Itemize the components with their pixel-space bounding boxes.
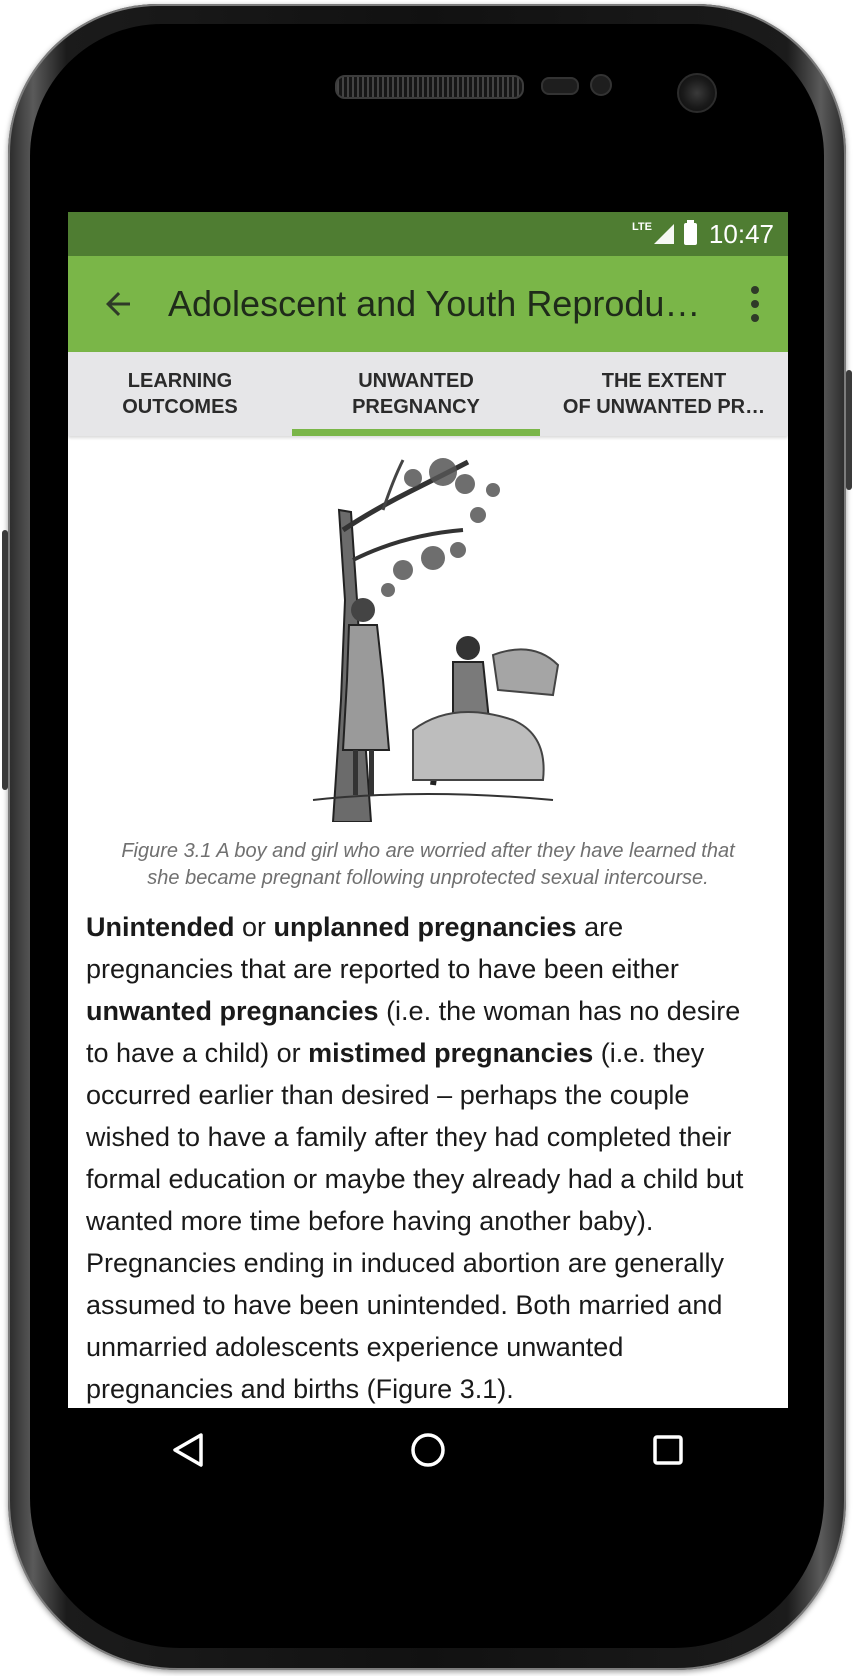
caption-line: Figure 3.1 A boy and girl who are worrie… <box>121 840 735 862</box>
menu-dot <box>751 300 759 308</box>
term-bold: unwanted pregnancies <box>86 996 379 1026</box>
volume-button <box>2 530 8 790</box>
front-camera <box>677 73 717 113</box>
menu-dot <box>751 314 759 322</box>
tab-label: UNWANTED PREGNANCY <box>352 370 480 418</box>
body-paragraph: Unintended or unplanned pregnancies are … <box>86 906 770 1410</box>
battery-icon <box>683 220 697 245</box>
proximity-sensor <box>541 77 579 95</box>
tab-bar: LEARNING OUTCOMES UNWANTED PREGNANCY THE… <box>68 352 788 436</box>
overflow-menu-button[interactable] <box>750 286 760 322</box>
tab-label: THE EXTENT OF UNWANTED PR… <box>562 370 766 418</box>
tab-unwanted-pregnancy[interactable]: UNWANTED PREGNANCY <box>292 352 540 436</box>
tab-label: LEARNING OUTCOMES <box>122 370 238 418</box>
article-content: Figure 3.1 A boy and girl who are worrie… <box>68 450 788 1410</box>
back-button[interactable] <box>68 256 168 352</box>
light-sensor <box>590 74 612 96</box>
power-button <box>846 370 852 490</box>
network-type: LTE <box>631 221 652 233</box>
page-title: Adolescent and Youth Reproduc… <box>168 283 708 324</box>
text-run: (i.e. they occurred earlier than desired… <box>86 1038 744 1404</box>
screen: LTE 10:47 Adolescent and Youth Reproduc…… <box>68 212 788 1492</box>
term-bold: Unintended <box>86 912 235 942</box>
more-vert-icon <box>751 286 759 294</box>
tab-extent-of-unwanted-pregnancy[interactable]: THE EXTENT OF UNWANTED PR… <box>540 352 788 436</box>
system-nav-bar <box>68 1408 788 1492</box>
status-bar: LTE 10:47 <box>68 212 788 256</box>
term-bold: mistimed pregnancies <box>308 1038 594 1068</box>
nav-back-button[interactable] <box>158 1420 218 1480</box>
figure-illustration <box>312 458 560 822</box>
term-bold: unplanned pregnancies <box>273 912 577 942</box>
tab-learning-outcomes[interactable]: LEARNING OUTCOMES <box>68 352 292 436</box>
status-time: 10:47 <box>708 218 774 249</box>
triangle-back-icon <box>173 1433 203 1467</box>
caption-line: she became pregnant following unprotecte… <box>147 867 709 889</box>
figure-caption: Figure 3.1 A boy and girl who are worrie… <box>86 838 770 892</box>
nav-recents-button[interactable] <box>638 1420 698 1480</box>
earpiece-speaker <box>335 75 524 99</box>
text-run: or <box>234 912 274 942</box>
circle-home-icon <box>411 1433 445 1467</box>
square-recents-icon <box>653 1435 683 1465</box>
signal-icon <box>653 224 674 244</box>
app-bar: Adolescent and Youth Reproduc… <box>68 256 788 352</box>
nav-home-button[interactable] <box>398 1420 458 1480</box>
arrow-left-icon <box>106 292 130 316</box>
